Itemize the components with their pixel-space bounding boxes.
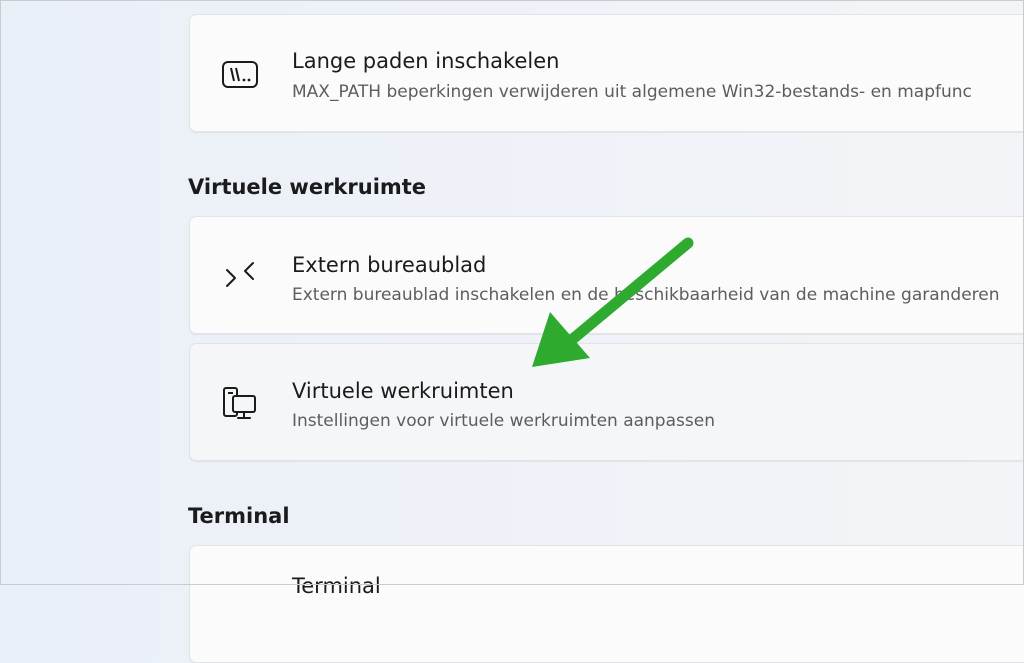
section-heading-virtual-workspace: Virtuele werkruimte: [188, 175, 427, 199]
long-path-icon: [220, 55, 260, 95]
card-description: Instellingen voor virtuele werkruimten a…: [292, 411, 715, 431]
setting-card-terminal[interactable]: Terminal: [189, 545, 1024, 663]
section-heading-terminal: Terminal: [188, 504, 290, 528]
annotation-arrow-head: [532, 312, 590, 367]
annotation-arrow: [532, 237, 694, 367]
card-title: Virtuele werkruimten: [292, 379, 514, 403]
annotation-arrow-shaft: [568, 237, 694, 344]
card-title: Lange paden inschakelen: [292, 49, 560, 73]
card-description: MAX_PATH beperkingen verwijderen uit alg…: [292, 82, 972, 102]
card-title: Extern bureaublad: [292, 253, 487, 277]
card-title: Terminal: [292, 574, 381, 598]
virtual-workspaces-icon: [220, 384, 260, 424]
remote-desktop-icon: [220, 257, 260, 297]
setting-card-long-paths[interactable]: Lange paden inschakelen MAX_PATH beperki…: [189, 14, 1024, 132]
